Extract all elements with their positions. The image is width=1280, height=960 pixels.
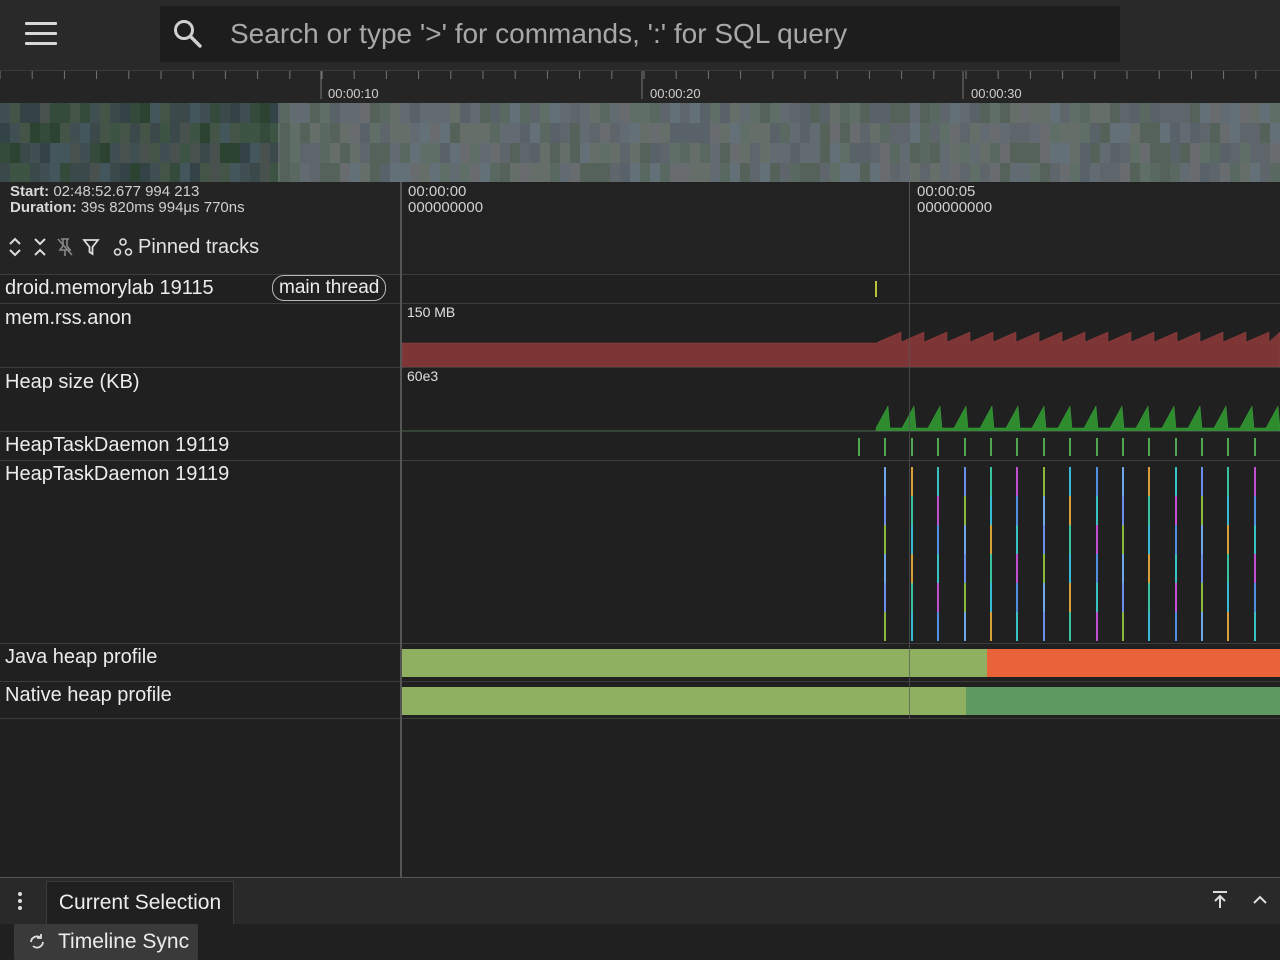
tab-current-selection[interactable]: Current Selection <box>46 881 234 924</box>
ruler-subtime: 000000000 <box>917 199 993 216</box>
pinned-tracks-icon <box>113 238 133 256</box>
omnibox[interactable] <box>160 6 1120 62</box>
top-bar <box>0 0 1280 70</box>
start-label: Start: <box>10 183 50 200</box>
ruler-time: 00:00:05 <box>917 183 976 200</box>
overview-timeline[interactable]: 00:00:10 00:00:20 00:00:30 <box>0 70 1280 183</box>
java-heap-segment[interactable] <box>987 649 1280 677</box>
track-title: Heap size (KB) <box>5 371 140 393</box>
timeline-sync-button[interactable]: Timeline Sync <box>14 924 198 960</box>
rss-counter-chart[interactable] <box>402 304 1280 367</box>
track-heap-size[interactable]: Heap size (KB) 60e3 <box>0 367 1280 431</box>
main-thread-chip: main thread <box>272 275 387 301</box>
collapse-all-icon[interactable] <box>30 236 50 258</box>
ruler-subtime: 000000000 <box>408 199 484 216</box>
overview-tick-label: 00:00:10 <box>328 86 379 101</box>
track-heap-task-daemon[interactable]: HeapTaskDaemon 19119 <box>0 431 1280 460</box>
maximize-panel-icon[interactable] <box>1208 888 1232 912</box>
timeline-sync-label: Timeline Sync <box>58 930 190 953</box>
track-rss-anon[interactable]: mem.rss.anon 150 MB <box>0 303 1280 367</box>
trace-info: Start: 02:48:52.677 994 213 Duration: 39… <box>0 182 400 232</box>
track-heap-task-daemon-threads[interactable]: HeapTaskDaemon 19119 <box>0 460 1280 643</box>
filter-icon[interactable] <box>81 236 101 258</box>
search-input[interactable] <box>230 6 1090 62</box>
track-title: droid.memorylab 19115 <box>5 277 214 299</box>
java-heap-profile-bar[interactable] <box>402 644 1280 681</box>
track-gridline <box>909 274 910 719</box>
heap-size-chart[interactable] <box>402 368 1280 431</box>
track-main-thread[interactable]: droid.memorylab 19115 main thread <box>0 274 1280 303</box>
track-title: HeapTaskDaemon 19119 <box>5 434 230 456</box>
overview-heatmap[interactable] <box>0 103 1280 183</box>
start-value: 02:48:52.677 994 213 <box>53 183 200 200</box>
time-ruler[interactable]: 00:00:00 000000000 00:00:05 000000000 <box>401 182 1280 274</box>
track-java-heap-profile[interactable]: Java heap profile <box>0 643 1280 681</box>
duration-label: Duration: <box>10 199 77 216</box>
overview-tick-label: 00:00:20 <box>650 86 701 101</box>
native-heap-segment[interactable] <box>402 687 966 715</box>
native-heap-segment[interactable] <box>966 687 1280 715</box>
track-title: Native heap profile <box>5 684 172 706</box>
overview-tick-label: 00:00:30 <box>971 86 1022 101</box>
track-native-heap-profile[interactable]: Native heap profile <box>0 681 1280 719</box>
heap-scale-label: 60e3 <box>407 368 439 384</box>
rss-scale-label: 150 MB <box>407 304 456 320</box>
overview-ruler <box>0 71 1257 99</box>
track-title: mem.rss.anon <box>5 307 132 329</box>
heap-daemon-thread-slices[interactable] <box>402 461 1280 643</box>
ruler-gridline <box>909 182 910 274</box>
ruler-time: 00:00:00 <box>408 183 467 200</box>
search-icon <box>174 20 202 48</box>
unpin-all-icon[interactable] <box>55 236 75 258</box>
chevron-up-icon[interactable] <box>1248 888 1272 912</box>
details-panel-tabs: Current Selection <box>0 878 1280 924</box>
track-title: Java heap profile <box>5 646 158 668</box>
pinned-tracks-label: Pinned tracks <box>138 236 260 258</box>
sync-icon <box>30 934 44 949</box>
ruler-mark: 00:00:00 000000000 <box>408 184 483 216</box>
ruler-mark: 00:00:05 000000000 <box>917 184 992 216</box>
main-thread-slices[interactable] <box>402 275 1280 303</box>
track-title: HeapTaskDaemon 19119 <box>5 463 230 485</box>
details-panel: Timeline Sync <box>0 924 1280 960</box>
duration-value: 39s 820ms 994μs 770ns <box>80 199 245 216</box>
track-shell-divider[interactable] <box>400 182 402 878</box>
native-heap-profile-bar[interactable] <box>402 682 1280 718</box>
heap-daemon-slices[interactable] <box>402 432 1280 460</box>
more-vert-icon[interactable] <box>14 891 26 911</box>
expand-all-icon[interactable] <box>5 236 25 258</box>
menu-icon[interactable] <box>22 20 60 50</box>
java-heap-segment[interactable] <box>402 649 987 677</box>
